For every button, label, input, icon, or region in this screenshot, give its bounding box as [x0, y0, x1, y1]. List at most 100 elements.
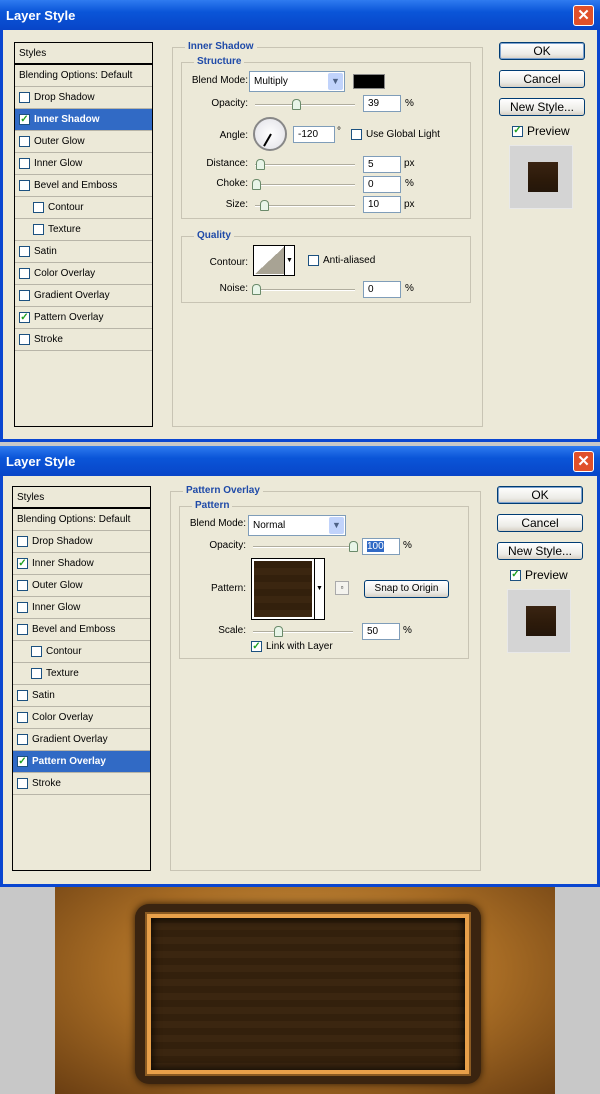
style-item-outer-glow[interactable]: Outer Glow [13, 575, 150, 597]
slider-thumb[interactable] [292, 99, 301, 110]
blending-options-item[interactable]: Blending Options: Default [15, 65, 152, 87]
checkbox-icon[interactable] [17, 580, 28, 591]
checkbox-icon[interactable] [31, 668, 42, 679]
blending-options-item[interactable]: Blending Options: Default [13, 509, 150, 531]
checkbox-icon[interactable] [17, 602, 28, 613]
checkbox-icon[interactable] [17, 690, 28, 701]
checkbox-icon[interactable] [17, 536, 28, 547]
angle-dial[interactable] [253, 117, 287, 151]
angle-input[interactable]: -120 [293, 126, 335, 143]
checkbox-icon[interactable] [33, 202, 44, 213]
close-icon[interactable]: ✕ [573, 451, 594, 472]
anti-aliased-checkbox[interactable]: Anti-aliased [308, 255, 375, 266]
style-item-drop-shadow[interactable]: Drop Shadow [13, 531, 150, 553]
opacity-slider[interactable] [255, 99, 355, 110]
ok-button[interactable]: OK [499, 42, 585, 60]
checkbox-icon[interactable] [17, 712, 28, 723]
style-item-pattern-overlay[interactable]: ✓ Pattern Overlay [13, 751, 150, 773]
choke-input[interactable]: 0 [363, 176, 401, 193]
slider-thumb[interactable] [252, 179, 261, 190]
style-item-texture[interactable]: Texture [13, 663, 150, 685]
style-item-contour[interactable]: Contour [13, 641, 150, 663]
blend-mode-select[interactable]: Normal ▼ [248, 515, 346, 536]
style-item-gradient-overlay[interactable]: Gradient Overlay [15, 285, 152, 307]
style-item-drop-shadow[interactable]: Drop Shadow [15, 87, 152, 109]
style-item-stroke[interactable]: Stroke [13, 773, 150, 795]
style-item-pattern-overlay[interactable]: ✓ Pattern Overlay [15, 307, 152, 329]
checkbox-icon[interactable] [19, 290, 30, 301]
choke-slider[interactable] [252, 179, 355, 190]
checkbox-icon[interactable] [17, 734, 28, 745]
checkbox-icon[interactable] [19, 268, 30, 279]
distance-slider[interactable] [255, 159, 355, 170]
slider-thumb[interactable] [256, 159, 265, 170]
checkbox-icon[interactable] [19, 158, 30, 169]
checkbox-icon[interactable] [19, 92, 30, 103]
checkbox-icon[interactable] [33, 224, 44, 235]
size-input[interactable]: 10 [363, 196, 401, 213]
checkbox-icon[interactable]: ✓ [17, 756, 28, 767]
slider-thumb[interactable] [274, 626, 283, 637]
style-item-gradient-overlay[interactable]: Gradient Overlay [13, 729, 150, 751]
ok-button[interactable]: OK [497, 486, 583, 504]
slider-thumb[interactable] [260, 200, 269, 211]
checkbox-icon[interactable] [19, 136, 30, 147]
opacity-slider[interactable] [253, 541, 358, 552]
distance-input[interactable]: 5 [363, 156, 401, 173]
slider-thumb[interactable] [252, 284, 261, 295]
opacity-input[interactable]: 100 [362, 538, 400, 555]
contour-picker[interactable]: ▼ [253, 245, 295, 276]
style-item-satin[interactable]: Satin [13, 685, 150, 707]
style-item-contour[interactable]: Contour [15, 197, 152, 219]
checkbox-icon[interactable]: ✓ [19, 312, 30, 323]
preview-checkbox[interactable]: ✓ Preview [512, 124, 570, 138]
degree-label: ° [337, 126, 341, 137]
slider-thumb[interactable] [349, 541, 358, 552]
style-item-color-overlay[interactable]: Color Overlay [15, 263, 152, 285]
scale-slider[interactable] [253, 626, 353, 637]
opacity-input[interactable]: 39 [363, 95, 401, 112]
noise-slider[interactable] [252, 284, 355, 295]
snap-to-origin-button[interactable]: Snap to Origin [364, 580, 449, 598]
style-item-color-overlay[interactable]: Color Overlay [13, 707, 150, 729]
style-item-satin[interactable]: Satin [15, 241, 152, 263]
new-style-button[interactable]: New Style... [497, 542, 583, 560]
pattern-picker[interactable]: ▼ [251, 558, 325, 620]
checkbox-icon[interactable]: ✓ [19, 114, 30, 125]
styles-header[interactable]: Styles [15, 43, 152, 65]
style-item-inner-shadow[interactable]: ✓ Inner Shadow [15, 109, 152, 131]
cancel-button[interactable]: Cancel [499, 70, 585, 88]
opacity-label: Opacity: [211, 98, 248, 109]
new-style-button[interactable]: New Style... [499, 98, 585, 116]
style-item-inner-glow[interactable]: Inner Glow [13, 597, 150, 619]
checkbox-icon[interactable] [17, 778, 28, 789]
list-item-label: Contour [46, 646, 82, 657]
blend-mode-select[interactable]: Multiply ▼ [249, 71, 345, 92]
size-slider[interactable] [255, 200, 355, 211]
style-item-outer-glow[interactable]: Outer Glow [15, 131, 152, 153]
style-item-stroke[interactable]: Stroke [15, 329, 152, 351]
list-item-label: Drop Shadow [34, 92, 95, 103]
checkbox-icon[interactable]: ✓ [17, 558, 28, 569]
shadow-color-swatch[interactable] [353, 74, 385, 89]
checkbox-icon[interactable] [31, 646, 42, 657]
checkbox-icon[interactable] [17, 624, 28, 635]
checkbox-icon[interactable] [19, 246, 30, 257]
cancel-button[interactable]: Cancel [497, 514, 583, 532]
style-item-texture[interactable]: Texture [15, 219, 152, 241]
style-item-bevel-and-emboss[interactable]: Bevel and Emboss [15, 175, 152, 197]
unit-label: px [404, 158, 415, 169]
scale-input[interactable]: 50 [362, 623, 400, 640]
style-item-inner-shadow[interactable]: ✓ Inner Shadow [13, 553, 150, 575]
styles-header[interactable]: Styles [13, 487, 150, 509]
new-preset-icon[interactable]: ▫ [335, 581, 349, 595]
close-icon[interactable]: ✕ [573, 5, 594, 26]
noise-input[interactable]: 0 [363, 281, 401, 298]
style-item-inner-glow[interactable]: Inner Glow [15, 153, 152, 175]
checkbox-icon[interactable] [19, 334, 30, 345]
preview-checkbox[interactable]: ✓ Preview [510, 568, 568, 582]
link-with-layer-checkbox[interactable]: ✓ Link with Layer [251, 641, 333, 652]
checkbox-icon[interactable] [19, 180, 30, 191]
style-item-bevel-and-emboss[interactable]: Bevel and Emboss [13, 619, 150, 641]
use-global-light-checkbox[interactable]: Use Global Light [351, 129, 440, 140]
